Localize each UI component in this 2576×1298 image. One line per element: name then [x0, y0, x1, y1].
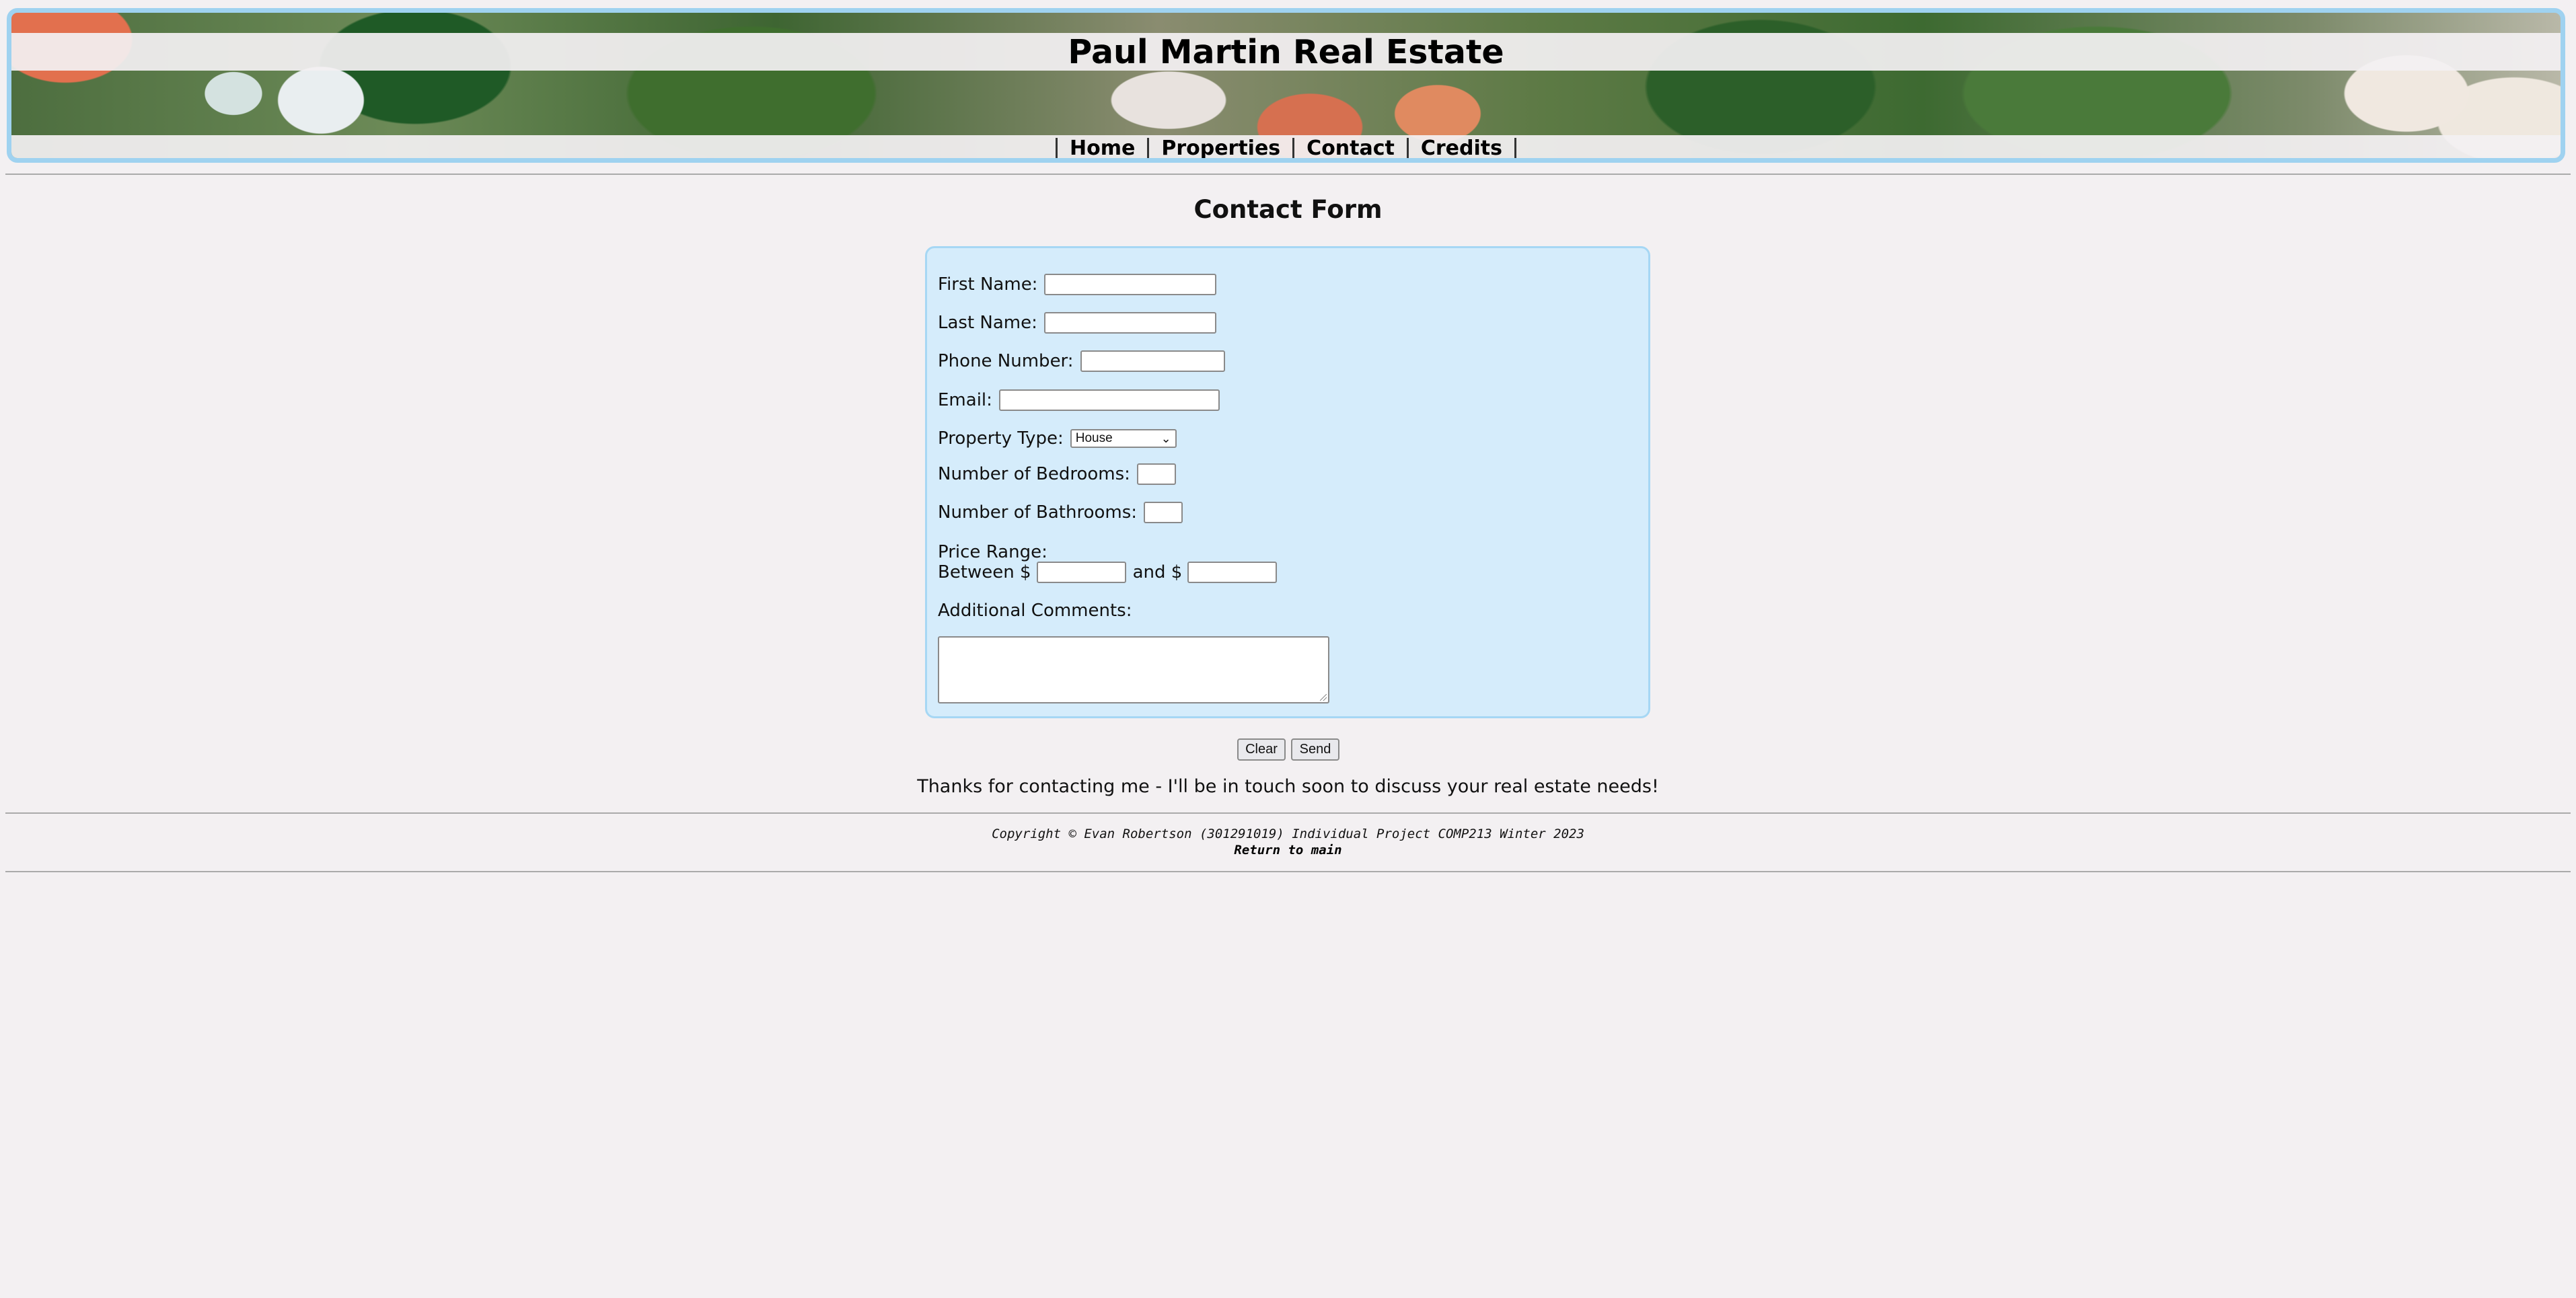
nav-separator: [1514, 138, 1516, 158]
nav-link-home[interactable]: Home: [1058, 137, 1147, 159]
header-banner: Paul Martin Real Estate Home Properties …: [7, 8, 2565, 163]
last-name-row: Last Name:: [938, 312, 1216, 334]
thanks-message: Thanks for contacting me - I'll be in to…: [917, 776, 1659, 797]
clear-button[interactable]: Clear: [1237, 738, 1286, 761]
site-title: Paul Martin Real Estate: [1068, 32, 1504, 71]
bedrooms-row: Number of Bedrooms:: [938, 463, 1176, 485]
comments-row: Additional Comments:: [938, 601, 1138, 621]
bathrooms-label: Number of Bathrooms:: [938, 502, 1138, 523]
property-type-label: Property Type:: [938, 428, 1064, 449]
comments-label: Additional Comments:: [938, 601, 1132, 621]
header-divider: [5, 174, 2571, 175]
title-strip: Paul Martin Real Estate: [11, 33, 2561, 71]
first-name-label: First Name:: [938, 274, 1038, 295]
return-link-row: Return to main: [0, 843, 2576, 857]
bathrooms-row: Number of Bathrooms:: [938, 502, 1183, 523]
copyright-text: Copyright © Evan Robertson (301291019) I…: [992, 827, 1584, 841]
nav-link-properties[interactable]: Properties: [1149, 137, 1292, 159]
price-min-input[interactable]: [1036, 562, 1126, 583]
property-type-value: House: [1075, 431, 1113, 445]
property-type-select[interactable]: House ⌄: [1070, 429, 1177, 448]
price-max-input[interactable]: [1187, 562, 1278, 583]
phone-row: Phone Number:: [938, 350, 1225, 372]
return-to-main-link[interactable]: Return to main: [1234, 843, 1341, 857]
page-title: Contact Form: [1193, 195, 1383, 224]
between-label: Between $: [938, 562, 1031, 582]
footer-divider-bottom: [5, 871, 2571, 872]
bedrooms-input[interactable]: [1136, 463, 1176, 485]
last-name-input[interactable]: [1043, 312, 1216, 334]
price-range-row: Price Range:: [938, 542, 1054, 562]
nav-link-credits[interactable]: Credits: [1409, 137, 1514, 159]
bedrooms-label: Number of Bedrooms:: [938, 464, 1130, 484]
price-between-row: Between $ and $: [938, 562, 1278, 583]
first-name-input[interactable]: [1044, 274, 1217, 295]
phone-label: Phone Number:: [938, 351, 1074, 371]
price-range-label: Price Range:: [938, 542, 1047, 562]
and-label: and $: [1132, 562, 1183, 582]
main-nav: Home Properties Contact Credits: [11, 135, 2561, 159]
footer-divider-top: [5, 812, 2571, 814]
email-input[interactable]: [998, 389, 1220, 411]
chevron-down-icon: ⌄: [1161, 431, 1171, 445]
first-name-row: First Name:: [938, 274, 1217, 295]
resize-grip-icon[interactable]: [1320, 694, 1327, 701]
email-row: Email:: [938, 389, 1220, 411]
property-type-row: Property Type: House ⌄: [938, 428, 1177, 449]
last-name-label: Last Name:: [938, 313, 1037, 333]
comments-textarea[interactable]: [938, 636, 1329, 703]
nav-link-contact[interactable]: Contact: [1294, 137, 1407, 159]
bathrooms-input[interactable]: [1144, 502, 1183, 523]
phone-input[interactable]: [1080, 350, 1225, 372]
contact-form: First Name: Last Name: Phone Number: Ema…: [925, 246, 1650, 718]
email-label: Email:: [938, 390, 992, 410]
send-button[interactable]: Send: [1291, 738, 1339, 761]
